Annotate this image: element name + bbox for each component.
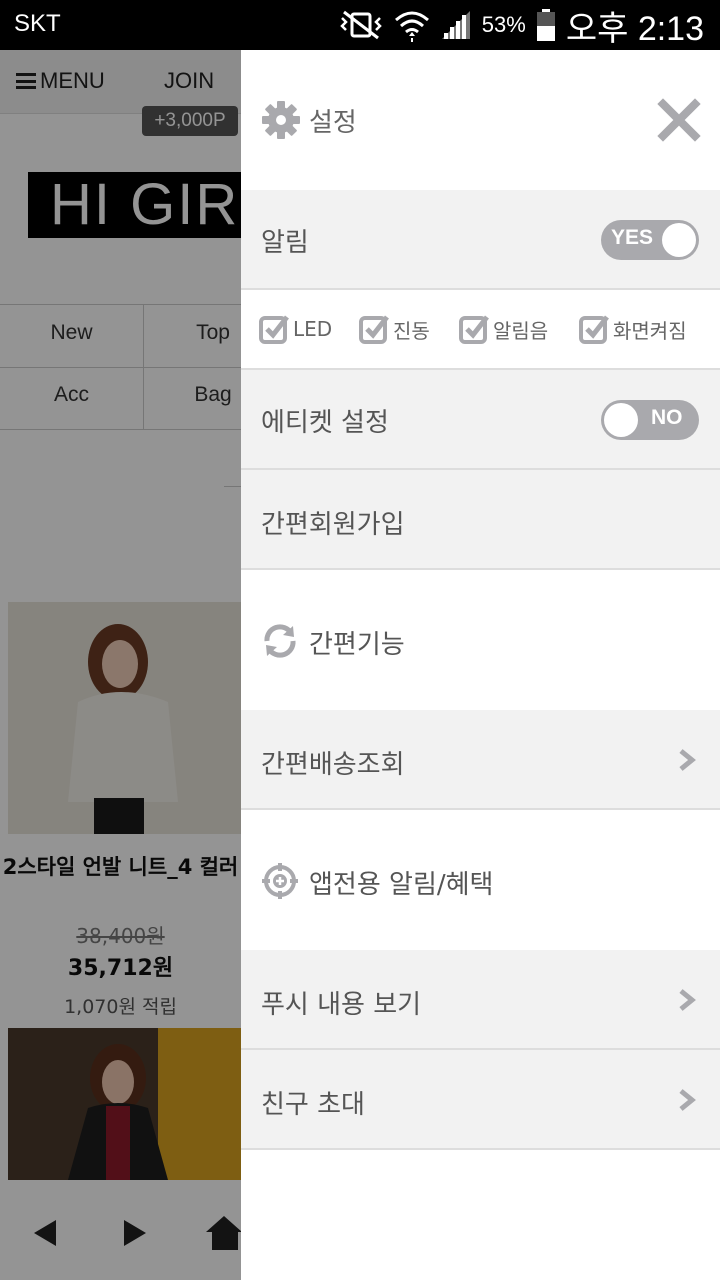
chevron-right-icon bbox=[679, 1089, 696, 1111]
notification-row: 알림 YES bbox=[241, 190, 720, 290]
toggle-knob bbox=[662, 223, 696, 257]
drawer-title: 설정 bbox=[309, 108, 357, 138]
checkbox-led[interactable]: LED bbox=[259, 314, 332, 344]
shipping-lookup-row[interactable]: 간편배송조회 bbox=[241, 710, 720, 810]
shipping-lookup-label: 간편배송조회 bbox=[261, 750, 405, 780]
status-bar: SKT 53% 오후 2:13 bbox=[0, 0, 720, 50]
invite-friends-row[interactable]: 친구 초대 bbox=[241, 1050, 720, 1150]
clock: 오후 2:13 bbox=[565, 9, 704, 48]
target-icon bbox=[262, 863, 298, 899]
app-benefits-header: 앱전용 알림/혜택 bbox=[241, 810, 720, 950]
checkbox-vibrate[interactable]: 진동 bbox=[359, 314, 430, 344]
easy-signup-label: 간편회원가입 bbox=[261, 510, 405, 540]
push-view-label: 푸시 내용 보기 bbox=[261, 990, 422, 1020]
notification-toggle[interactable]: YES bbox=[601, 220, 699, 260]
gear-icon bbox=[262, 101, 300, 139]
dim-overlay[interactable] bbox=[0, 50, 241, 1280]
checkbox-sound[interactable]: 알림음 bbox=[459, 314, 548, 344]
toggle-knob bbox=[604, 403, 638, 437]
etiquette-row: 에티켓 설정 NO bbox=[241, 370, 720, 470]
checkbox-sound-label: 알림음 bbox=[493, 318, 549, 343]
settings-drawer: 설정 알림 YES LED 진동 알림음 화면켜짐 에티켓 설정 NO 간편회원… bbox=[241, 50, 720, 1280]
wifi-icon bbox=[394, 11, 429, 42]
checkbox-checked-icon bbox=[259, 315, 289, 344]
checkbox-checked-icon bbox=[579, 315, 609, 344]
checkbox-screen-on[interactable]: 화면켜짐 bbox=[579, 314, 687, 344]
notification-options-row: LED 진동 알림음 화면켜짐 bbox=[241, 290, 720, 370]
checkbox-screen-on-label: 화면켜짐 bbox=[613, 318, 687, 343]
push-view-row[interactable]: 푸시 내용 보기 bbox=[241, 950, 720, 1050]
invite-friends-label: 친구 초대 bbox=[261, 1090, 365, 1120]
etiquette-toggle[interactable]: NO bbox=[601, 400, 699, 440]
checkbox-led-label: LED bbox=[293, 317, 333, 341]
chevron-right-icon bbox=[679, 989, 696, 1011]
signal-icon bbox=[441, 11, 470, 39]
easy-signup-row[interactable]: 간편회원가입 bbox=[241, 470, 720, 570]
battery-icon bbox=[536, 9, 555, 41]
carrier-label: SKT bbox=[14, 10, 61, 37]
drawer-header: 설정 bbox=[241, 50, 720, 190]
toggle-label: NO bbox=[651, 406, 683, 429]
battery-percent: 53% bbox=[481, 12, 526, 37]
close-icon[interactable] bbox=[657, 98, 701, 142]
etiquette-label: 에티켓 설정 bbox=[261, 408, 389, 438]
checkbox-checked-icon bbox=[459, 315, 489, 344]
checkbox-checked-icon bbox=[359, 315, 389, 344]
status-icons: 53% 오후 2:13 bbox=[338, 4, 704, 48]
chevron-right-icon bbox=[679, 749, 696, 771]
easy-features-title: 간편기능 bbox=[309, 630, 405, 660]
mute-vibrate-icon bbox=[339, 10, 382, 40]
refresh-icon bbox=[264, 624, 296, 658]
notification-label: 알림 bbox=[261, 228, 309, 258]
easy-features-header: 간편기능 bbox=[241, 570, 720, 710]
toggle-label: YES bbox=[611, 226, 654, 249]
app-benefits-title: 앱전용 알림/혜택 bbox=[309, 870, 494, 900]
checkbox-vibrate-label: 진동 bbox=[393, 318, 430, 343]
